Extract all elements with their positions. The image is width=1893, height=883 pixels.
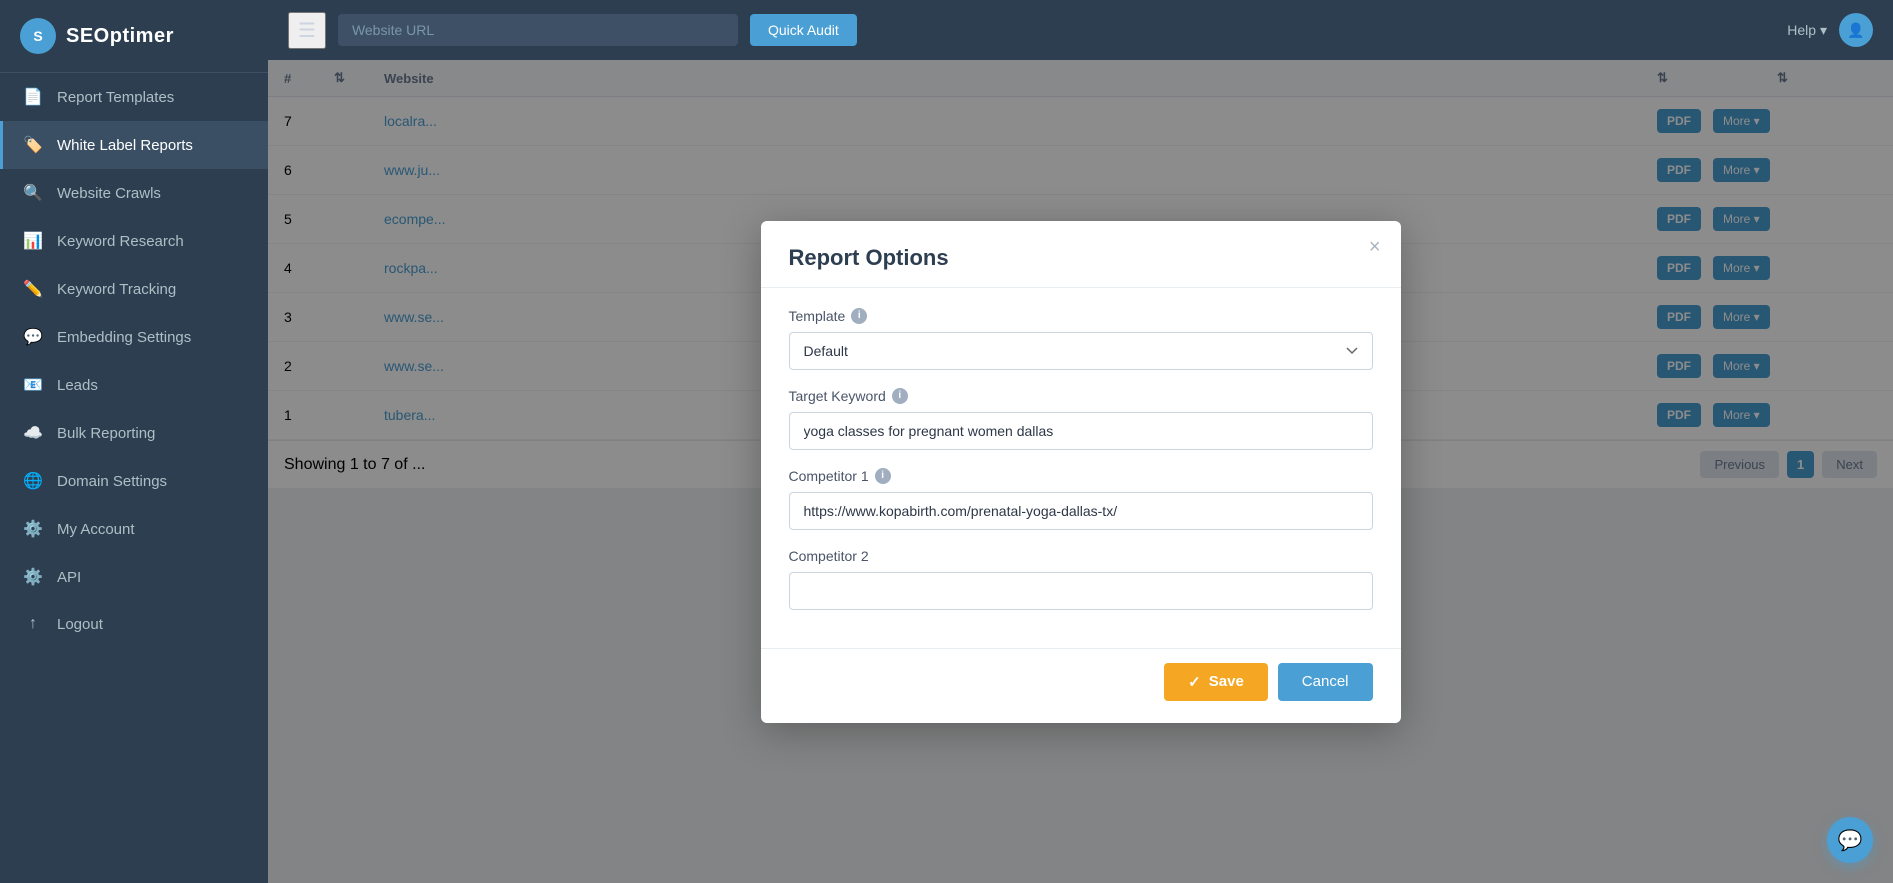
save-checkmark-icon: ✓ xyxy=(1188,673,1201,691)
sidebar-logo[interactable]: S SEOptimer xyxy=(0,0,268,73)
target-keyword-group: Target Keyword i xyxy=(789,388,1373,450)
modal-body: Template i Default Target Keyword i xyxy=(761,288,1401,648)
quick-audit-button[interactable]: Quick Audit xyxy=(750,14,857,46)
white-label-icon: 🏷️ xyxy=(23,135,43,155)
keyword-research-icon: 📊 xyxy=(23,231,43,251)
report-options-modal: Report Options × Template i Default xyxy=(761,221,1401,723)
sidebar-item-label: White Label Reports xyxy=(57,137,193,154)
sidebar-item-label: Leads xyxy=(57,377,98,394)
sidebar-item-keyword-tracking[interactable]: ✏️ Keyword Tracking xyxy=(0,265,268,313)
hamburger-button[interactable]: ☰ xyxy=(288,12,326,49)
target-keyword-label: Target Keyword i xyxy=(789,388,1373,404)
sidebar-item-api[interactable]: ⚙️ API xyxy=(0,553,268,601)
sidebar-item-logout[interactable]: ↑ Logout xyxy=(0,601,268,647)
modal-title: Report Options xyxy=(789,245,1373,271)
embedding-settings-icon: 💬 xyxy=(23,327,43,347)
target-keyword-info-icon[interactable]: i xyxy=(892,388,908,404)
modal-close-button[interactable]: × xyxy=(1369,237,1381,257)
help-dropdown[interactable]: Help ▾ xyxy=(1787,22,1827,39)
report-templates-icon: 📄 xyxy=(23,87,43,107)
cancel-button[interactable]: Cancel xyxy=(1278,663,1373,701)
sidebar-item-my-account[interactable]: ⚙️ My Account xyxy=(0,505,268,553)
website-crawls-icon: 🔍 xyxy=(23,183,43,203)
competitor1-group: Competitor 1 i xyxy=(789,468,1373,530)
competitor1-input[interactable] xyxy=(789,492,1373,530)
template-label: Template i xyxy=(789,308,1373,324)
leads-icon: 📧 xyxy=(23,375,43,395)
sidebar-item-domain-settings[interactable]: 🌐 Domain Settings xyxy=(0,457,268,505)
competitor2-input[interactable] xyxy=(789,572,1373,610)
sidebar-item-label: Report Templates xyxy=(57,89,174,106)
modal-header: Report Options × xyxy=(761,221,1401,288)
modal-overlay[interactable]: Report Options × Template i Default xyxy=(268,60,1893,883)
sidebar-item-report-templates[interactable]: 📄 Report Templates xyxy=(0,73,268,121)
template-select[interactable]: Default xyxy=(789,332,1373,370)
competitor1-label: Competitor 1 i xyxy=(789,468,1373,484)
sidebar-item-website-crawls[interactable]: 🔍 Website Crawls xyxy=(0,169,268,217)
sidebar-item-label: Embedding Settings xyxy=(57,329,191,346)
logo-icon: S xyxy=(20,18,56,54)
my-account-icon: ⚙️ xyxy=(23,519,43,539)
bulk-reporting-icon: ☁️ xyxy=(23,423,43,443)
sidebar-item-label: Keyword Research xyxy=(57,233,184,250)
chat-bubble[interactable]: 💬 xyxy=(1827,817,1873,863)
sidebar-item-bulk-reporting[interactable]: ☁️ Bulk Reporting xyxy=(0,409,268,457)
sidebar-item-white-label-reports[interactable]: 🏷️ White Label Reports xyxy=(0,121,268,169)
sidebar-item-embedding-settings[interactable]: 💬 Embedding Settings xyxy=(0,313,268,361)
topbar: ☰ Quick Audit Help ▾ 👤 xyxy=(268,0,1893,60)
keyword-tracking-icon: ✏️ xyxy=(23,279,43,299)
modal-footer: ✓ Save Cancel xyxy=(761,648,1401,723)
logout-icon: ↑ xyxy=(23,615,43,633)
competitor1-info-icon[interactable]: i xyxy=(875,468,891,484)
domain-settings-icon: 🌐 xyxy=(23,471,43,491)
competitor2-label: Competitor 2 xyxy=(789,548,1373,564)
sidebar-item-keyword-research[interactable]: 📊 Keyword Research xyxy=(0,217,268,265)
chat-icon: 💬 xyxy=(1838,828,1863,853)
sidebar: S SEOptimer 📄 Report Templates 🏷️ White … xyxy=(0,0,268,883)
main-content: ☰ Quick Audit Help ▾ 👤 # ⇅ Website ⇅ ⇅ xyxy=(268,0,1893,883)
url-input[interactable] xyxy=(338,14,738,46)
api-icon: ⚙️ xyxy=(23,567,43,587)
sidebar-item-label: Domain Settings xyxy=(57,473,167,490)
content-area: # ⇅ Website ⇅ ⇅ 7 localra... PDF More xyxy=(268,60,1893,883)
user-avatar[interactable]: 👤 xyxy=(1839,13,1873,47)
sidebar-item-label: Website Crawls xyxy=(57,185,161,202)
sidebar-item-label: Keyword Tracking xyxy=(57,281,176,298)
sidebar-item-label: API xyxy=(57,569,81,586)
sidebar-item-label: Bulk Reporting xyxy=(57,425,155,442)
help-label: Help ▾ xyxy=(1787,22,1827,39)
target-keyword-input[interactable] xyxy=(789,412,1373,450)
sidebar-item-label: Logout xyxy=(57,616,103,633)
template-group: Template i Default xyxy=(789,308,1373,370)
sidebar-item-label: My Account xyxy=(57,521,135,538)
competitor2-group: Competitor 2 xyxy=(789,548,1373,610)
template-info-icon[interactable]: i xyxy=(851,308,867,324)
logo-text: SEOptimer xyxy=(66,25,174,48)
sidebar-item-leads[interactable]: 📧 Leads xyxy=(0,361,268,409)
save-button[interactable]: ✓ Save xyxy=(1164,663,1268,701)
